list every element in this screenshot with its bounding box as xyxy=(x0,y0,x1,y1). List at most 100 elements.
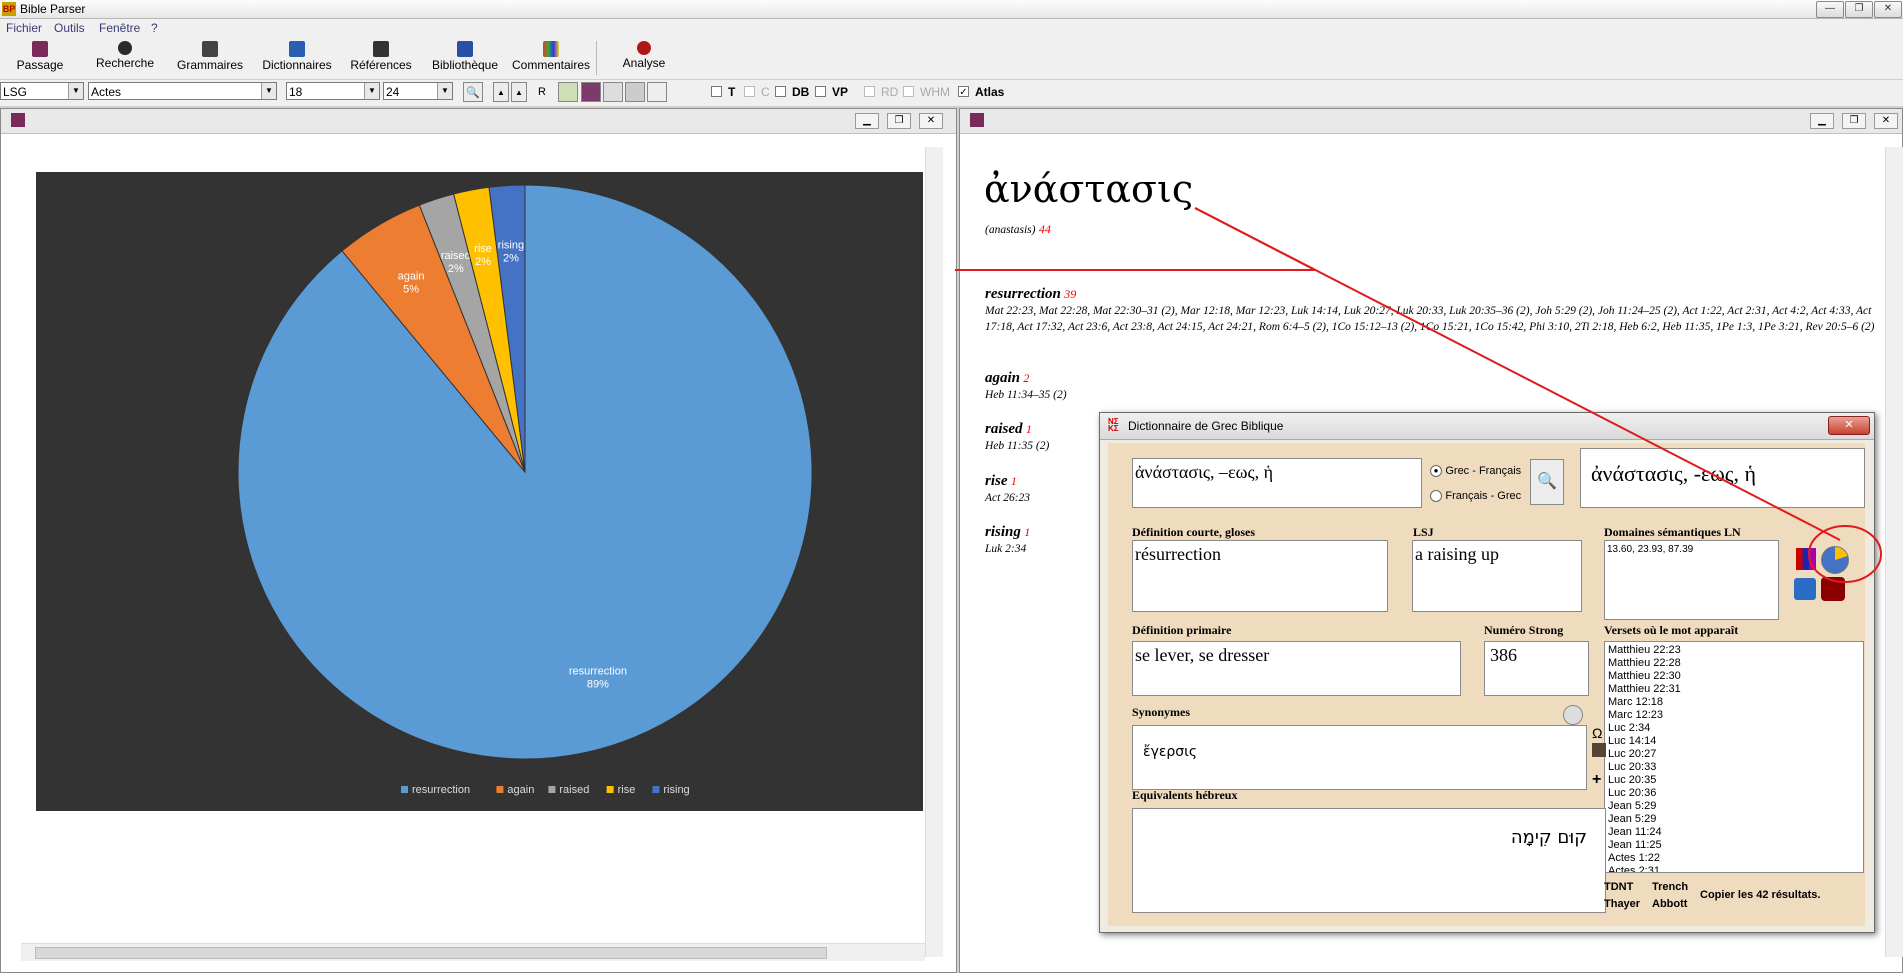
target-icon[interactable] xyxy=(1821,577,1845,601)
verse-item[interactable]: Luc 2:34 xyxy=(1608,722,1860,735)
verse-select[interactable]: 24 ▼ xyxy=(383,82,453,100)
verse-item[interactable]: Jean 11:24 xyxy=(1608,826,1860,839)
verse-item[interactable]: Marc 12:18 xyxy=(1608,696,1860,709)
verse-item[interactable]: Luc 14:14 xyxy=(1608,735,1860,748)
bar-chart-icon[interactable] xyxy=(1796,548,1816,570)
globe-icon[interactable] xyxy=(1794,578,1816,600)
checkbox-atlas[interactable]: ✓ xyxy=(958,86,969,98)
lsj-field[interactable]: a raising up xyxy=(1412,540,1582,612)
chapter-select[interactable]: 18 ▼ xyxy=(286,82,380,100)
verse-item[interactable]: Matthieu 22:28 xyxy=(1608,657,1860,670)
domains-field[interactable]: 13.60, 23.93, 87.39 xyxy=(1604,540,1779,620)
verse-item[interactable]: Marc 12:23 xyxy=(1608,709,1860,722)
hebrew-field[interactable]: קוּם קִימָה xyxy=(1132,808,1606,913)
verse-item[interactable]: Actes 1:22 xyxy=(1608,852,1860,865)
analyse-button[interactable]: Analyse xyxy=(619,39,669,77)
short-def-field[interactable]: résurrection xyxy=(1132,540,1388,612)
commentaires-button[interactable]: Commentaires xyxy=(509,39,593,77)
menu-fenetre[interactable]: Fenêtre xyxy=(99,21,140,35)
chart-minimize-button[interactable]: ▁ xyxy=(855,113,879,129)
chart-close-button[interactable]: ✕ xyxy=(919,113,943,129)
grid-tool-icon[interactable] xyxy=(558,82,578,102)
verse-item[interactable]: Matthieu 22:23 xyxy=(1608,644,1860,657)
primary-def-field[interactable]: se lever, se dresser xyxy=(1132,641,1461,696)
menu-fichier[interactable]: Fichier xyxy=(6,21,42,35)
book-icon xyxy=(32,41,48,57)
entry-again: again 2 Heb 11:34–35 (2) xyxy=(985,370,1285,403)
verse-item[interactable]: Matthieu 22:31 xyxy=(1608,683,1860,696)
thayer-link[interactable]: Thayer xyxy=(1604,898,1640,910)
verse-item[interactable]: Actes 2:31 xyxy=(1608,865,1860,872)
search-input[interactable]: ἀνάστασις, –εως, ἡ xyxy=(1132,458,1422,508)
radio-greek-french[interactable]: ● Grec - Français xyxy=(1430,463,1521,477)
checkbox-vp[interactable] xyxy=(815,86,826,97)
lexicon-minimize-button[interactable]: ▁ xyxy=(1810,113,1834,129)
radio-selected-icon: ● xyxy=(1430,464,1442,477)
chart-horizontal-scrollbar[interactable] xyxy=(21,943,925,961)
menu-outils[interactable]: Outils xyxy=(54,21,85,35)
passage-button[interactable]: Passage xyxy=(14,39,66,77)
verse-item[interactable]: Jean 5:29 xyxy=(1608,813,1860,826)
checkbox-db-label: DB xyxy=(792,85,810,99)
pie-chart-icon[interactable] xyxy=(1821,546,1849,574)
pie-data-label: 2% xyxy=(448,263,464,275)
verse-item[interactable]: Matthieu 22:30 xyxy=(1608,670,1860,683)
dialog-body: ἀνάστασις, –εως, ἡ ● Grec - Français Fra… xyxy=(1108,443,1865,926)
strong-number-field[interactable]: 386 xyxy=(1484,641,1589,696)
dictionnaires-button[interactable]: Dictionnaires xyxy=(259,39,335,77)
disc-icon[interactable] xyxy=(1563,705,1583,725)
disc-icon[interactable] xyxy=(647,82,667,102)
radio-french-greek[interactable]: Français - Grec xyxy=(1430,488,1521,502)
chevron-down-icon: ▼ xyxy=(68,83,83,99)
menu-help[interactable]: ? xyxy=(151,21,158,35)
r-button[interactable]: R xyxy=(532,82,552,102)
verse-item[interactable]: Luc 20:27 xyxy=(1608,748,1860,761)
synonyms-field[interactable]: ἔγερσις xyxy=(1132,725,1587,790)
checkbox-whm[interactable] xyxy=(903,86,914,97)
checkbox-db[interactable] xyxy=(775,86,786,97)
verse-item[interactable]: Luc 20:35 xyxy=(1608,774,1860,787)
verse-item[interactable]: Jean 5:29 xyxy=(1608,800,1860,813)
omega-icon[interactable]: Ω xyxy=(1592,725,1602,741)
books-tool-icon[interactable] xyxy=(581,82,601,102)
trench-link[interactable]: Trench xyxy=(1652,881,1688,893)
photo-icon[interactable] xyxy=(1592,743,1606,757)
checkbox-c[interactable] xyxy=(744,86,755,97)
entry-refs[interactable]: Heb 11:34–35 (2) xyxy=(985,387,1285,403)
close-button[interactable]: ✕ xyxy=(1874,1,1902,18)
verse-item[interactable]: Luc 20:36 xyxy=(1608,787,1860,800)
lexicon-close-button[interactable]: ✕ xyxy=(1874,113,1898,129)
verse-item[interactable]: Luc 20:33 xyxy=(1608,761,1860,774)
checkbox-t[interactable] xyxy=(711,86,722,97)
recherche-button[interactable]: Recherche xyxy=(94,39,156,77)
verses-list[interactable]: Matthieu 22:23 Matthieu 22:28 Matthieu 22:… xyxy=(1604,641,1864,873)
network-tool-icon[interactable] xyxy=(603,82,623,102)
lexicon-restore-button[interactable]: ❐ xyxy=(1842,113,1866,129)
chart-vertical-scrollbar[interactable] xyxy=(925,147,943,957)
previous-up-button[interactable]: ▲ xyxy=(493,82,509,102)
abbott-link[interactable]: Abbott xyxy=(1652,898,1687,910)
version-select[interactable]: LSG ▼ xyxy=(0,82,84,100)
minimize-button[interactable]: — xyxy=(1816,1,1844,18)
grammaires-button[interactable]: Grammaires xyxy=(175,39,245,77)
scroll-thumb[interactable] xyxy=(35,947,827,959)
tdnt-link[interactable]: TDNT xyxy=(1604,881,1633,893)
checkbox-rd[interactable] xyxy=(864,86,875,97)
window-icon xyxy=(970,113,984,127)
chart-restore-button[interactable]: ❐ xyxy=(887,113,911,129)
tools-icon[interactable] xyxy=(625,82,645,102)
entry-refs[interactable]: Mat 22:23, Mat 22:28, Mat 22:30–31 (2), … xyxy=(985,303,1875,335)
copy-results-link[interactable]: Copier les 42 résultats. xyxy=(1700,889,1820,901)
legend-swatch xyxy=(401,786,408,793)
references-button[interactable]: Références xyxy=(350,39,412,77)
verse-item[interactable]: Jean 11:25 xyxy=(1608,839,1860,852)
lexicon-vertical-scrollbar[interactable] xyxy=(1885,147,1903,957)
restore-button[interactable]: ❐ xyxy=(1845,1,1873,18)
bibliotheque-button[interactable]: Bibliothèque xyxy=(428,39,502,77)
zoom-search-button[interactable]: 🔍 xyxy=(463,82,483,102)
next-up-button[interactable]: ▲ xyxy=(511,82,527,102)
dialog-close-button[interactable]: ✕ xyxy=(1828,416,1870,435)
book-select[interactable]: Actes ▼ xyxy=(88,82,277,100)
dictionary-search-button[interactable]: 🔍 xyxy=(1530,459,1564,505)
add-synonym-button[interactable]: + xyxy=(1592,771,1601,789)
